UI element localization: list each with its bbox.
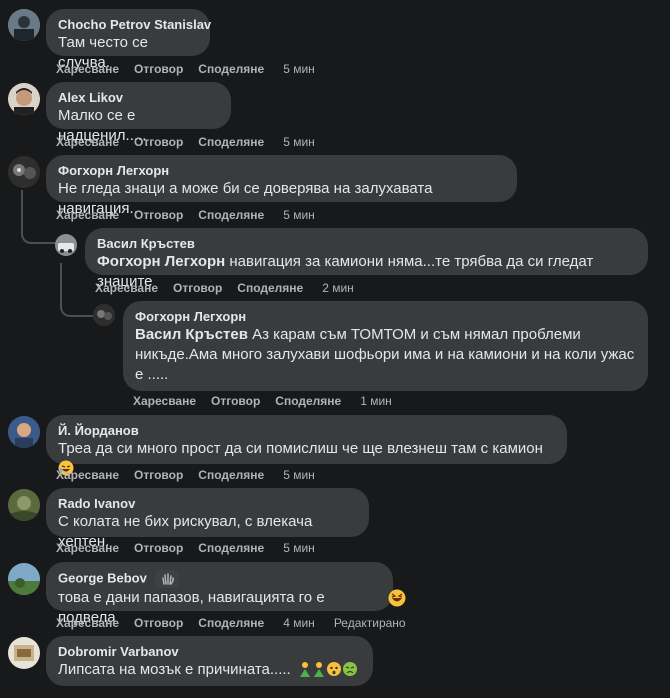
thread-line: [21, 190, 57, 244]
share-button[interactable]: Споделяне: [198, 134, 264, 150]
comment-time[interactable]: 5 мин: [283, 467, 315, 483]
comment-time[interactable]: 5 мин: [283, 61, 315, 77]
avatar[interactable]: [8, 637, 40, 669]
avatar[interactable]: [8, 156, 40, 188]
commenter-name[interactable]: Фогхорн Легхорн: [58, 163, 505, 179]
share-button[interactable]: Споделяне: [237, 280, 303, 296]
share-button[interactable]: Споделяне: [198, 615, 264, 631]
comment-bubble: George Bebov това е дани папазов, навига…: [46, 562, 393, 626]
like-button[interactable]: Харесване: [56, 134, 119, 150]
like-button[interactable]: Харесване: [95, 280, 158, 296]
emoji-row-icon: [299, 662, 357, 677]
avatar[interactable]: [55, 234, 77, 256]
commenter-name[interactable]: Alex Likov: [58, 90, 219, 106]
commenter-name[interactable]: Й. Йорданов: [58, 423, 555, 439]
comment-time[interactable]: 5 мин: [283, 134, 315, 150]
comment-bubble: Chocho Petrov Stanislav Там често се слу…: [46, 9, 211, 71]
like-button[interactable]: Харесване: [56, 615, 119, 631]
like-button[interactable]: Харесване: [56, 467, 119, 483]
avatar-photo-icon: [8, 637, 40, 669]
comment-actions: Харесване Отговор Споделяне 4 мин Редакт…: [56, 615, 421, 631]
share-button[interactable]: Споделяне: [275, 393, 341, 409]
avatar-photo-icon: [93, 304, 115, 326]
comment-actions: Харесване Отговор Споделяне 5 мин: [56, 467, 330, 483]
reply-button[interactable]: Отговор: [134, 207, 183, 223]
comment-actions: Харесване Отговор Споделяне 5 мин: [56, 61, 330, 77]
share-button[interactable]: Споделяне: [198, 207, 264, 223]
comment-bubble: Фогхорн Легхорн Не гледа знаци а може би…: [46, 155, 517, 217]
comment-actions: Харесване Отговор Споделяне 5 мин: [56, 540, 330, 556]
avatar[interactable]: [93, 304, 115, 326]
waving-hand-icon[interactable]: [154, 570, 179, 588]
comment-text: Липсата на мозък е причината.....: [58, 660, 361, 680]
reply-button[interactable]: Отговор: [134, 615, 183, 631]
avatar[interactable]: [8, 9, 40, 41]
mention-link[interactable]: Фогхорн Легхорн: [97, 253, 225, 270]
avatar-photo-icon: [8, 489, 40, 521]
comment-bubble: Й. Йорданов Треа да си много прост да си…: [46, 415, 567, 476]
like-button[interactable]: Харесване: [56, 207, 119, 223]
edited-label: Редактирано: [333, 616, 406, 630]
avatar[interactable]: [8, 563, 40, 595]
avatar[interactable]: [8, 489, 40, 521]
comment-bubble: Alex Likov Малко се е надценил.....: [46, 82, 231, 144]
comment-actions: Харесване Отговор Споделяне 5 мин: [56, 207, 330, 223]
avatar-photo-icon: [8, 563, 40, 595]
reply-button[interactable]: Отговор: [134, 61, 183, 77]
comment-time[interactable]: 5 мин: [283, 207, 315, 223]
commenter-name[interactable]: Фогхорн Легхорн: [135, 309, 636, 325]
comment-actions: Харесване Отговор Споделяне 2 мин: [95, 280, 369, 296]
reply-button[interactable]: Отговор: [134, 540, 183, 556]
comment-time[interactable]: 5 мин: [283, 540, 315, 556]
reply-button[interactable]: Отговор: [211, 393, 260, 409]
share-button[interactable]: Споделяне: [198, 540, 264, 556]
avatar[interactable]: [8, 83, 40, 115]
commenter-name[interactable]: Васил Кръстев: [97, 236, 636, 252]
comment-actions: Харесване Отговор Споделяне 5 мин: [56, 134, 330, 150]
commenter-name[interactable]: Rado Ivanov: [58, 496, 357, 512]
commenter-name[interactable]: George Bebov: [58, 570, 381, 588]
share-button[interactable]: Споделяне: [198, 467, 264, 483]
share-button[interactable]: Споделяне: [198, 61, 264, 77]
reply-bubble: Васил Кръстев Фогхорн Легхорн навигация …: [85, 228, 648, 290]
avatar-photo-icon: [55, 234, 77, 256]
comment-time[interactable]: 4 мин: [283, 615, 315, 631]
avatar[interactable]: [8, 416, 40, 448]
comment-bubble: Rado Ivanov С колата не бих рискувал, с …: [46, 488, 369, 550]
commenter-name[interactable]: Chocho Petrov Stanislav: [58, 17, 211, 33]
avatar-photo-icon: [8, 416, 40, 448]
mention-link[interactable]: Васил Кръстев: [135, 326, 248, 343]
commenter-name[interactable]: Dobromir Varbanov: [58, 644, 361, 660]
avatar-photo-icon: [8, 156, 40, 188]
reply-button[interactable]: Отговор: [134, 134, 183, 150]
comment-time[interactable]: 1 мин: [360, 393, 392, 409]
comment-actions: Харесване Отговор Споделяне 1 мин: [133, 393, 407, 409]
reply-bubble: Фогхорн Легхорн Васил Кръстев Аз карам с…: [123, 301, 648, 391]
thread-line-nested: [60, 263, 94, 317]
comment-text: Васил Кръстев Аз карам съм ТОМТОМ и съм …: [135, 326, 635, 383]
like-button[interactable]: Харесване: [56, 540, 119, 556]
comment-time[interactable]: 2 мин: [322, 280, 354, 296]
reply-button[interactable]: Отговор: [173, 280, 222, 296]
avatar-photo-icon: [8, 83, 40, 115]
avatar-photo-icon: [8, 9, 40, 41]
reply-button[interactable]: Отговор: [134, 467, 183, 483]
comment-bubble: Dobromir Varbanov Липсата на мозък е при…: [46, 636, 373, 686]
like-button[interactable]: Харесване: [133, 393, 196, 409]
grinning-squinting-emoji-icon: [388, 589, 406, 607]
like-button[interactable]: Харесване: [56, 61, 119, 77]
